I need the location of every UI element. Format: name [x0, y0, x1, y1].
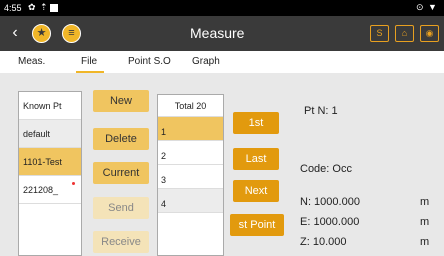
page-title: Measure: [190, 25, 245, 41]
back-arrow-icon[interactable]: ‹: [6, 23, 24, 43]
set-point-button[interactable]: st Point: [230, 214, 284, 236]
point-total: Total 20: [158, 95, 223, 117]
file-item-label: 221208_: [23, 185, 59, 195]
point-row[interactable]: 4: [158, 189, 223, 213]
point-row[interactable]: 3: [158, 165, 223, 189]
camera-icon[interactable]: ◉: [420, 25, 439, 42]
file-panel: Known Pt default 1101-Test 221208_ New D…: [0, 73, 444, 256]
wifi-icon: ▼: [428, 2, 437, 12]
point-code: Code: Occ: [300, 163, 352, 175]
point-row[interactable]: 1: [158, 117, 223, 141]
next-point-button[interactable]: Next: [233, 180, 279, 202]
tab-point-so[interactable]: Point S.O: [128, 56, 171, 67]
tab-graph[interactable]: Graph: [192, 56, 220, 67]
location-icon: ⊙: [416, 2, 424, 12]
current-button[interactable]: Current: [93, 162, 149, 184]
new-button[interactable]: New: [93, 90, 149, 112]
delete-button[interactable]: Delete: [93, 128, 149, 150]
file-list[interactable]: Known Pt default 1101-Test 221208_: [18, 91, 82, 256]
send-button[interactable]: Send: [93, 197, 149, 219]
point-list[interactable]: Total 20 1 1 2 3 4: [157, 94, 224, 256]
app-bar: ‹ ★ ≡ Measure S ⌂ ◉: [0, 16, 444, 51]
easting-value: E: 1000.000: [300, 216, 360, 228]
s-button[interactable]: S: [370, 25, 389, 42]
last-point-button[interactable]: Last: [233, 148, 279, 170]
file-item[interactable]: Known Pt: [19, 92, 81, 120]
tab-bar: Meas. File Point S.O Graph: [0, 51, 444, 73]
unsaved-dot-icon: [72, 182, 75, 185]
favorite-star-icon[interactable]: ★: [32, 24, 51, 43]
tab-meas[interactable]: Meas.: [18, 56, 45, 67]
settings-icon: ✿: [28, 2, 36, 12]
upload-icon: ⇡: [40, 2, 48, 12]
point-row[interactable]: 2: [158, 141, 223, 165]
elevation-value: Z: 10.000: [300, 236, 347, 248]
file-item[interactable]: default: [19, 120, 81, 148]
status-bar: 4:55 ✿ ⇡ ⊙ ▼: [0, 0, 444, 16]
receive-button[interactable]: Receive: [93, 231, 149, 253]
elevation-unit: m: [420, 236, 430, 248]
status-time: 4:55: [4, 3, 22, 13]
file-item-selected[interactable]: 1101-Test: [19, 148, 81, 176]
tab-file[interactable]: File: [81, 56, 97, 67]
northing-value: N: 1000.000: [300, 196, 360, 208]
home-icon[interactable]: ⌂: [395, 25, 414, 42]
file-item[interactable]: 221208_: [19, 176, 81, 204]
northing-unit: m: [420, 196, 430, 208]
first-point-button[interactable]: 1st: [233, 112, 279, 134]
database-icon[interactable]: ≡: [62, 24, 81, 43]
notification-icon: [50, 4, 58, 12]
easting-unit: m: [420, 216, 430, 228]
point-number: Pt N: 1: [304, 105, 338, 117]
